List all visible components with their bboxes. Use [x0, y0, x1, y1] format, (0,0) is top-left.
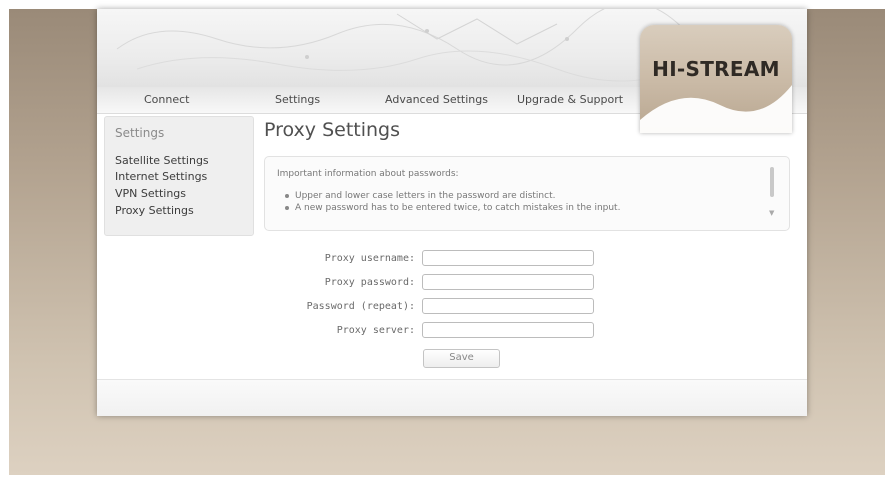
proxy-password-input[interactable]	[422, 274, 594, 290]
sidebar-item-proxy-settings[interactable]: Proxy Settings	[115, 204, 194, 217]
password-info-box: Important information about passwords: U…	[264, 156, 790, 231]
bullet-icon	[285, 193, 289, 198]
nav-upgrade-support[interactable]: Upgrade & Support	[517, 93, 623, 106]
proxy-server-label: Proxy server:	[336, 325, 415, 336]
bullet-icon	[285, 205, 289, 210]
sidebar-item-internet-settings[interactable]: Internet Settings	[115, 170, 207, 183]
password-repeat-label: Password (repeat):	[306, 301, 415, 312]
proxy-username-input[interactable]	[422, 250, 594, 266]
password-repeat-input[interactable]	[422, 298, 594, 314]
nav-settings[interactable]: Settings	[275, 93, 320, 106]
proxy-password-label: Proxy password:	[324, 277, 415, 288]
info-bullet-text: A new password has to be entered twice, …	[295, 203, 621, 213]
sidebar-item-vpn-settings[interactable]: VPN Settings	[115, 187, 186, 200]
info-bullet: A new password has to be entered twice, …	[285, 203, 620, 213]
scroll-down-icon[interactable]: ▼	[769, 209, 774, 217]
nav-advanced-settings[interactable]: Advanced Settings	[385, 93, 488, 106]
info-bullet: Upper and lower case letters in the pass…	[285, 191, 555, 201]
main-panel: Connect Settings Advanced Settings Upgra…	[97, 9, 807, 416]
logo-swoosh	[640, 85, 792, 133]
sidebar-item-satellite-settings[interactable]: Satellite Settings	[115, 154, 209, 167]
info-bullet-text: Upper and lower case letters in the pass…	[295, 191, 556, 201]
info-heading: Important information about passwords:	[277, 169, 459, 179]
footer	[97, 380, 807, 416]
logo-tab: HI-STREAM	[640, 25, 792, 133]
page-title: Proxy Settings	[264, 119, 401, 141]
settings-sidebar: Settings Satellite Settings Internet Set…	[104, 116, 254, 236]
info-scrollbar-thumb[interactable]	[770, 167, 774, 197]
proxy-username-label: Proxy username:	[324, 253, 415, 264]
nav-connect[interactable]: Connect	[144, 93, 189, 106]
proxy-server-input[interactable]	[422, 322, 594, 338]
sidebar-title: Settings	[115, 126, 165, 140]
save-button[interactable]: Save	[423, 349, 500, 368]
